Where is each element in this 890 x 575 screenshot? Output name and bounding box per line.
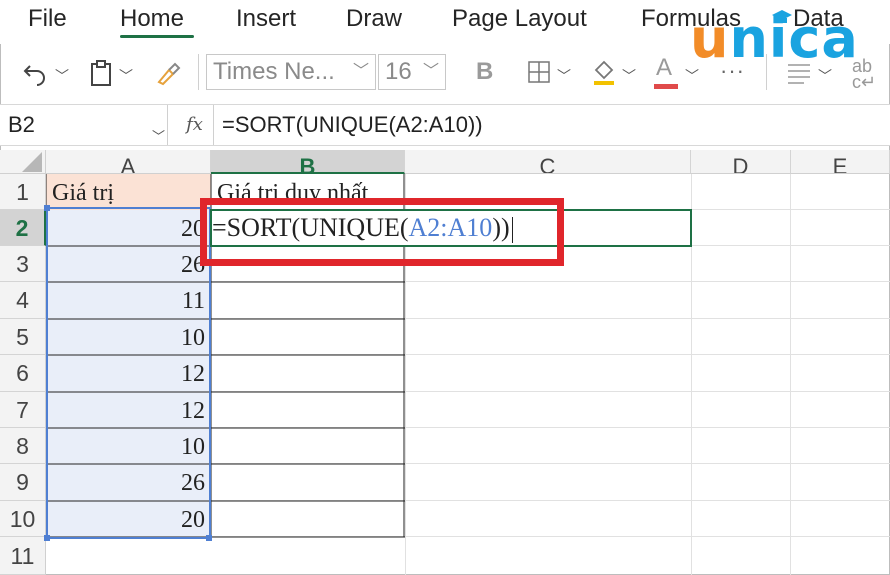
select-all-corner[interactable] xyxy=(0,150,46,174)
row-header-4[interactable]: 4 xyxy=(0,282,46,319)
fill-color-icon[interactable] xyxy=(591,58,617,86)
graduation-cap-icon xyxy=(772,10,792,23)
paste-dropdown-chevron-icon[interactable]: ﹀ xyxy=(119,66,133,86)
column-header-c[interactable]: C xyxy=(405,150,691,174)
selection-handle[interactable] xyxy=(206,535,212,541)
row-header-2[interactable]: 2 xyxy=(0,210,46,246)
font-size-chevron-icon: ﹀ xyxy=(422,63,439,80)
range-selection-a2-a10 xyxy=(46,207,211,539)
font-name-select[interactable]: Times Ne... ﹀ xyxy=(206,54,376,90)
spreadsheet-grid: A B C D E 1 2 3 4 5 6 7 8 9 10 11 Giá tr… xyxy=(0,150,890,575)
name-box[interactable]: B2 ﹀ xyxy=(0,105,168,145)
gridline xyxy=(790,174,791,575)
font-color-chevron-icon[interactable]: ﹀ xyxy=(685,66,699,86)
borders-icon[interactable] xyxy=(527,60,551,84)
align-chevron-icon[interactable]: ﹀ xyxy=(818,66,832,86)
column-header-b[interactable]: B xyxy=(211,150,405,174)
formula-bar: B2 ﹀ fx =SORT(UNIQUE(A2:A10)) xyxy=(0,104,890,146)
active-tab-indicator xyxy=(120,35,194,38)
column-header-e[interactable]: E xyxy=(791,150,890,174)
more-icon[interactable]: ··· xyxy=(720,58,745,84)
undo-dropdown-chevron-icon[interactable]: ﹀ xyxy=(55,66,69,86)
highlight-box xyxy=(200,198,564,266)
tab-home[interactable]: Home xyxy=(120,5,184,33)
row-header-11[interactable]: 11 xyxy=(0,537,46,575)
row-header-6[interactable]: 6 xyxy=(0,355,46,392)
align-icon[interactable] xyxy=(786,62,812,84)
row-header-8[interactable]: 8 xyxy=(0,428,46,464)
borders-chevron-icon[interactable]: ﹀ xyxy=(557,66,571,86)
row-header-10[interactable]: 10 xyxy=(0,501,46,537)
row-header-9[interactable]: 9 xyxy=(0,464,46,501)
tab-page-layout[interactable]: Page Layout xyxy=(452,5,587,33)
bold-button[interactable]: B xyxy=(476,58,493,86)
column-header-a[interactable]: A xyxy=(46,150,211,174)
fill-color-chevron-icon[interactable]: ﹀ xyxy=(622,66,636,86)
fx-icon[interactable]: fx xyxy=(176,105,214,145)
font-size-select[interactable]: 16 ﹀ xyxy=(378,54,446,90)
undo-icon[interactable] xyxy=(22,60,48,86)
font-name-chevron-icon: ﹀ xyxy=(352,63,369,80)
tab-file[interactable]: File xyxy=(28,5,67,33)
column-header-d[interactable]: D xyxy=(691,150,791,174)
font-color-icon[interactable]: A xyxy=(654,54,678,89)
tab-draw[interactable]: Draw xyxy=(346,5,402,33)
tab-insert[interactable]: Insert xyxy=(236,5,296,33)
toolbar-separator xyxy=(766,54,767,90)
selection-handle[interactable] xyxy=(44,535,50,541)
selection-handle[interactable] xyxy=(44,205,50,211)
row-header-7[interactable]: 7 xyxy=(0,392,46,428)
row-header-3[interactable]: 3 xyxy=(0,246,46,282)
wrap-text-icon[interactable]: ab c↵ xyxy=(852,57,876,91)
formula-input[interactable]: =SORT(UNIQUE(A2:A10)) xyxy=(222,105,483,145)
row-header-1[interactable]: 1 xyxy=(0,174,46,210)
row-header-5[interactable]: 5 xyxy=(0,319,46,355)
paste-icon[interactable] xyxy=(89,59,113,87)
toolbar-separator xyxy=(198,54,199,90)
format-painter-icon[interactable] xyxy=(155,60,181,86)
